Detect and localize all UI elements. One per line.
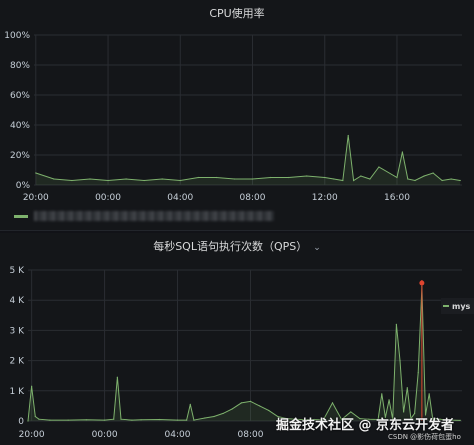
data-point <box>120 418 122 420</box>
data-point <box>258 405 261 407</box>
data-point <box>213 415 215 418</box>
data-point <box>395 323 397 325</box>
qps-chart: 0 1 K 2 K 3 K 4 K 5 K 20:00 00:00 04:00 08:00 <box>10 266 462 440</box>
data-point <box>249 400 252 402</box>
y-tick-label: 2 K <box>10 357 26 367</box>
data-point <box>38 418 40 420</box>
x-tick-label: 20:00 <box>19 430 45 440</box>
y-tick-label: 4 K <box>10 296 26 306</box>
data-point <box>27 420 29 422</box>
data-point <box>406 387 408 389</box>
y-tick-label: 3 K <box>10 326 26 336</box>
data-point <box>381 393 383 395</box>
data-point <box>31 385 33 387</box>
data-point <box>49 419 51 421</box>
data-point <box>193 419 195 421</box>
data-point <box>103 419 106 421</box>
data-point <box>189 403 191 405</box>
data-point <box>331 402 334 404</box>
data-point <box>140 419 142 421</box>
data-point <box>403 411 405 413</box>
data-point <box>85 419 87 421</box>
y-tick-label: 5 K <box>10 266 26 276</box>
data-point <box>240 402 242 404</box>
data-point <box>350 411 352 413</box>
data-point <box>116 376 118 378</box>
data-point <box>399 360 401 362</box>
data-point <box>131 419 133 421</box>
watermark: 掘金技术社区 @ 京东云开发者 <box>276 418 455 433</box>
data-point <box>34 415 36 418</box>
x-tick-label: 04:00 <box>165 430 191 440</box>
data-point <box>268 409 270 412</box>
qps-legend[interactable]: mys <box>441 298 474 314</box>
annotation-marker <box>419 280 425 286</box>
x-tick-label: 00:00 <box>92 430 118 440</box>
data-point <box>231 408 233 410</box>
y-tick-label: 0 <box>18 417 24 427</box>
data-point <box>388 399 390 401</box>
y-tick-label: 1 K <box>10 387 26 397</box>
watermark-sub: CSDN @影伤荷包蛋ho <box>388 433 461 441</box>
data-point <box>222 412 224 415</box>
data-point <box>113 418 115 420</box>
data-point <box>459 419 461 421</box>
qps-legend-swatch <box>443 305 449 307</box>
data-point <box>67 419 69 421</box>
data-point <box>158 418 160 421</box>
qps-legend-label: mys <box>452 301 471 311</box>
data-point <box>428 393 430 395</box>
data-point <box>176 419 179 421</box>
data-point <box>204 417 206 419</box>
data-point <box>417 372 419 374</box>
data-point <box>186 419 188 421</box>
x-tick-label: 08:00 <box>238 430 264 440</box>
